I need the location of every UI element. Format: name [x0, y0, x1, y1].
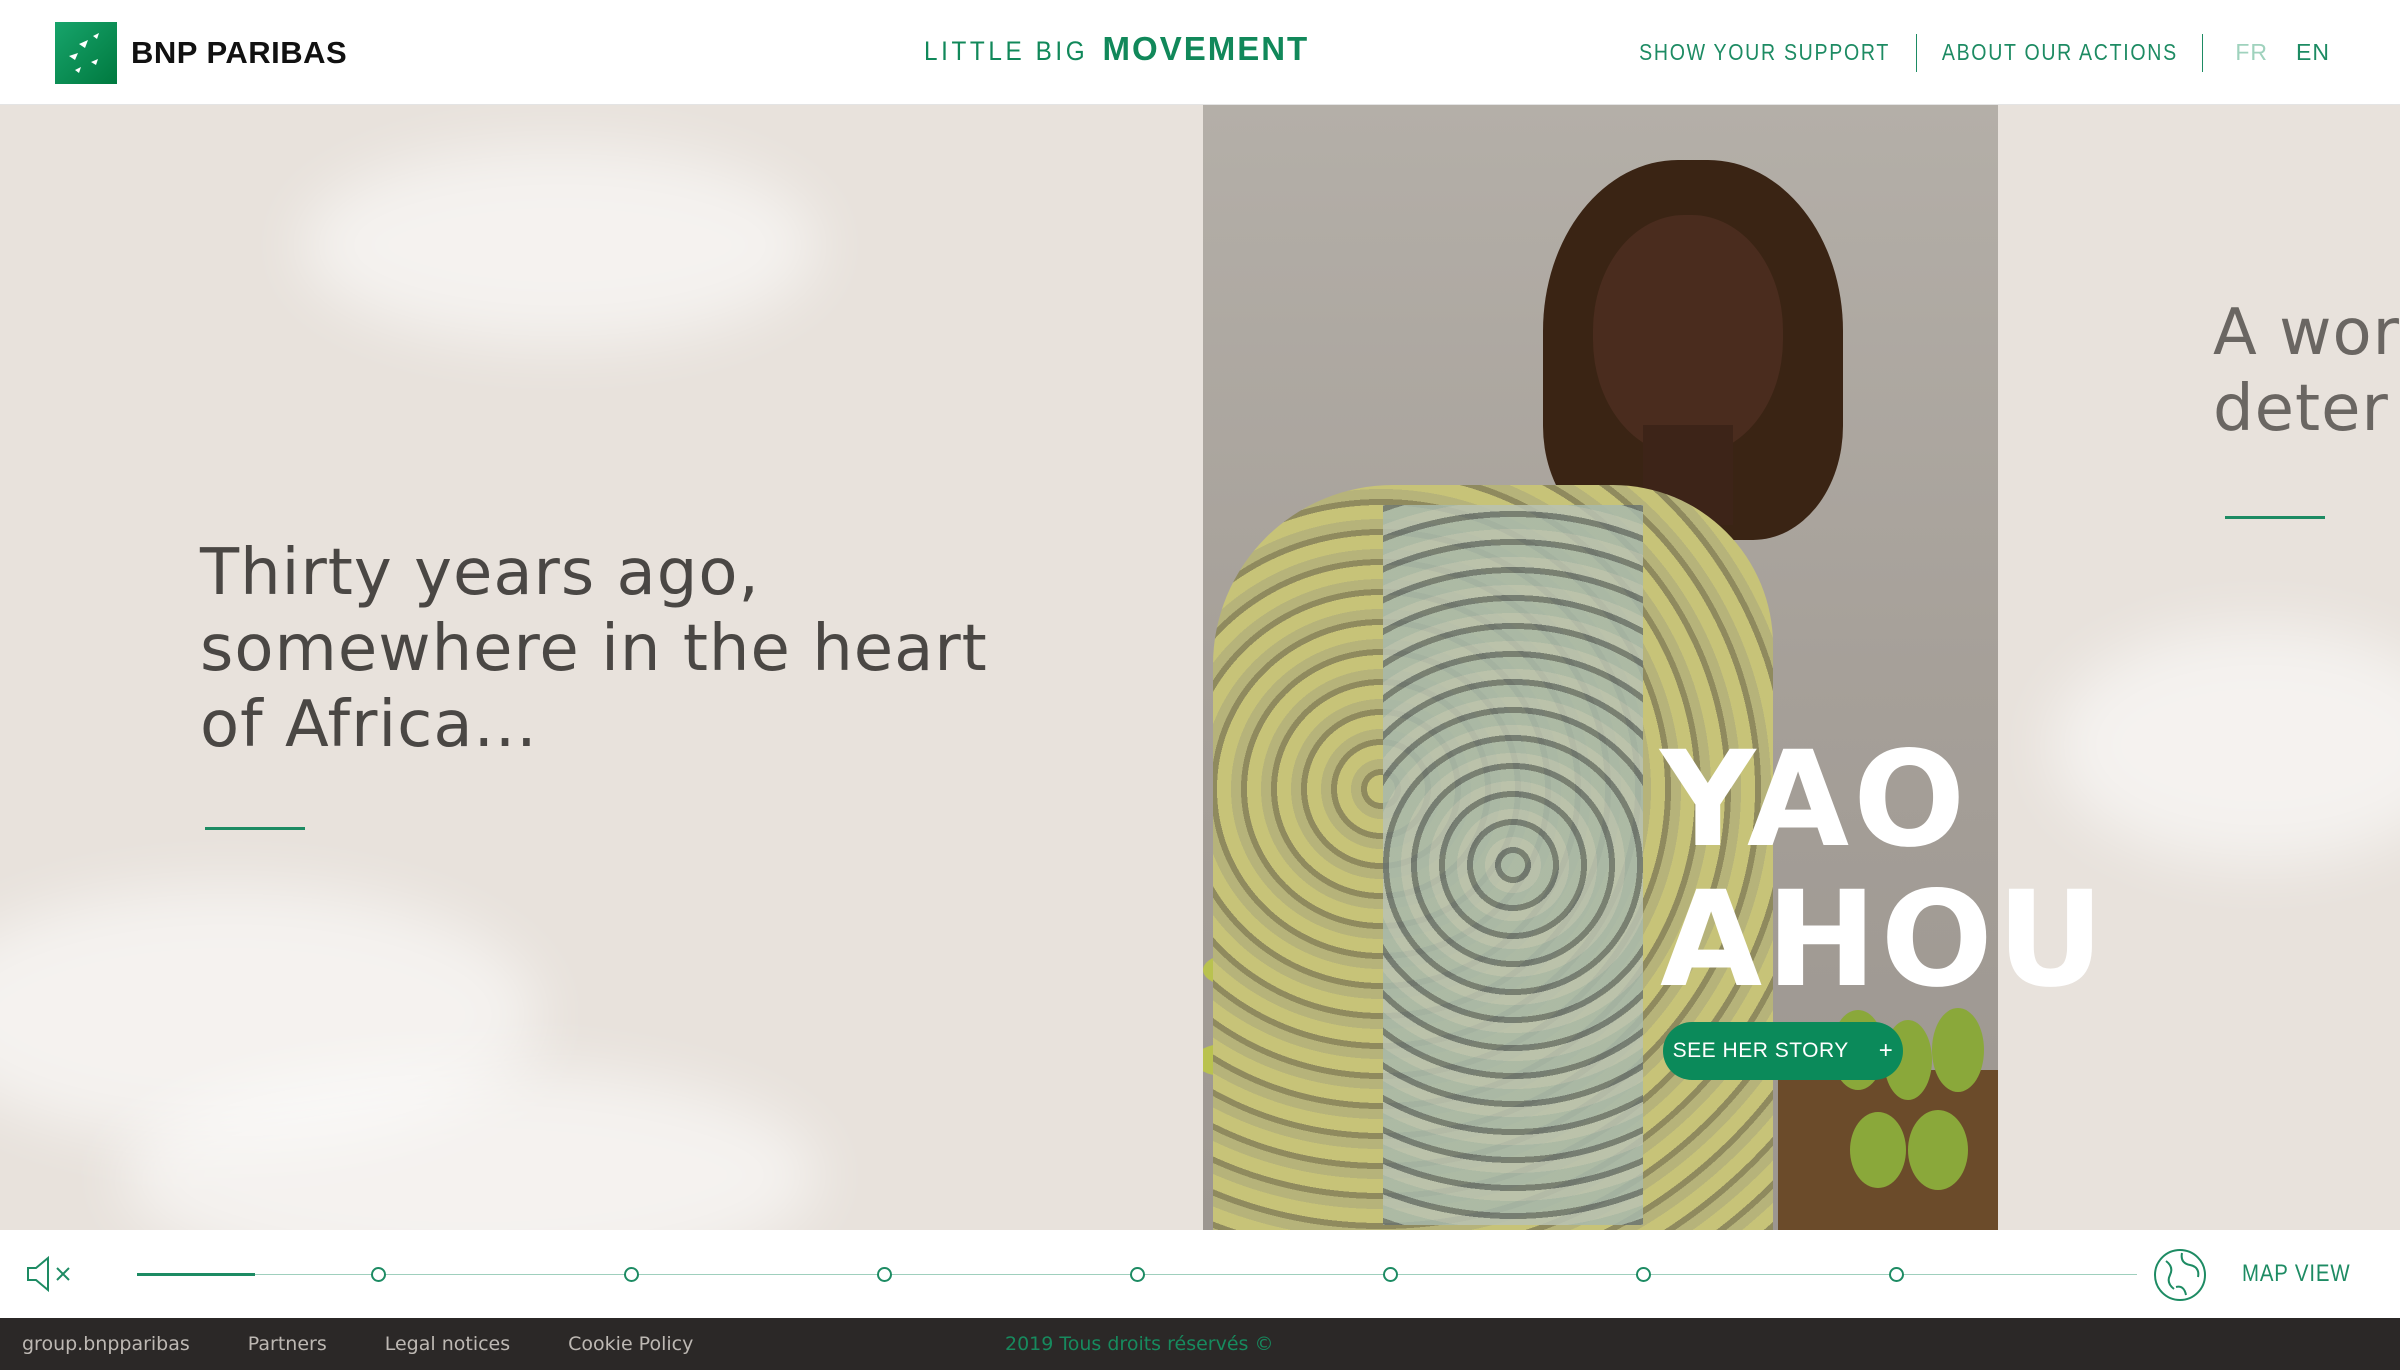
- nav-divider: [2202, 33, 2204, 72]
- timeline-dot[interactable]: [1889, 1267, 1904, 1282]
- nav-about-our-actions[interactable]: ABOUT OUR ACTIONS: [1942, 39, 2178, 66]
- bnp-paribas-logo[interactable]: BNP PARIBAS: [55, 22, 347, 84]
- lang-en[interactable]: EN: [2296, 39, 2330, 66]
- intro-line: somewhere in the heart: [200, 612, 988, 686]
- intro-text: Thirty years ago, somewhere in the heart…: [200, 535, 988, 763]
- plus-icon: +: [1878, 1037, 1894, 1064]
- timeline-dot[interactable]: [1383, 1267, 1398, 1282]
- see-her-story-label: SEE HER STORY: [1672, 1039, 1849, 1062]
- intro-line: Thirty years ago,: [200, 536, 760, 610]
- logo-mark-icon: [55, 22, 117, 84]
- see-her-story-button[interactable]: SEE HER STORY +: [1663, 1022, 1903, 1080]
- map-view-link[interactable]: MAP VIEW: [2242, 1260, 2350, 1288]
- site-footer: group.bnpparibas Partners Legal notices …: [0, 1318, 2400, 1370]
- next-slide-line: deter: [2213, 372, 2389, 446]
- dress-panel: [1383, 505, 1643, 1225]
- footer-link-partners[interactable]: Partners: [248, 1333, 327, 1355]
- logo-text: BNP PARIBAS: [131, 35, 348, 70]
- timeline-bar: MAP VIEW: [0, 1230, 2400, 1318]
- timeline-dot[interactable]: [624, 1267, 639, 1282]
- next-slide-line: A wor: [2213, 296, 2400, 370]
- timeline-dot[interactable]: [371, 1267, 386, 1282]
- site-header: BNP PARIBAS LITTLE BIG MOVEMENT SHOW YOU…: [0, 0, 2400, 105]
- timeline-progress: [137, 1273, 255, 1276]
- next-slide-underline: [2225, 516, 2325, 519]
- intro-line: of Africa...: [200, 688, 538, 762]
- timeline-dot[interactable]: [1130, 1267, 1145, 1282]
- lang-fr[interactable]: FR: [2235, 39, 2268, 66]
- main-nav: SHOW YOUR SUPPORT ABOUT OUR ACTIONS FR E…: [1617, 0, 2330, 105]
- timeline-dot[interactable]: [877, 1267, 892, 1282]
- copyright-text: 2019 Tous droits réservés ©: [1005, 1333, 1274, 1355]
- person-face: [1593, 215, 1783, 455]
- story-name: YAO AHOU: [1660, 730, 2108, 1010]
- cloud: [300, 145, 820, 345]
- mute-icon[interactable]: [25, 1254, 77, 1294]
- footer-link-group[interactable]: group.bnpparibas: [22, 1333, 190, 1355]
- site-title-thin: LITTLE BIG: [924, 36, 1089, 66]
- site-title-bold: MOVEMENT: [1102, 30, 1310, 67]
- next-slide-text[interactable]: A wor deter: [2213, 295, 2400, 447]
- timeline-dot[interactable]: [1636, 1267, 1651, 1282]
- site-title: LITTLE BIG MOVEMENT: [924, 30, 1309, 68]
- globe-icon[interactable]: [2152, 1247, 2208, 1303]
- footer-link-cookies[interactable]: Cookie Policy: [568, 1333, 693, 1355]
- story-name-first: YAO: [1660, 723, 1970, 877]
- nav-show-your-support[interactable]: SHOW YOUR SUPPORT: [1639, 39, 1890, 66]
- intro-underline: [205, 827, 305, 830]
- footer-link-legal[interactable]: Legal notices: [385, 1333, 510, 1355]
- story-slider[interactable]: Thirty years ago, somewhere in the heart…: [0, 105, 2400, 1230]
- story-name-last: AHOU: [1660, 863, 2109, 1017]
- nav-divider: [1915, 33, 1917, 72]
